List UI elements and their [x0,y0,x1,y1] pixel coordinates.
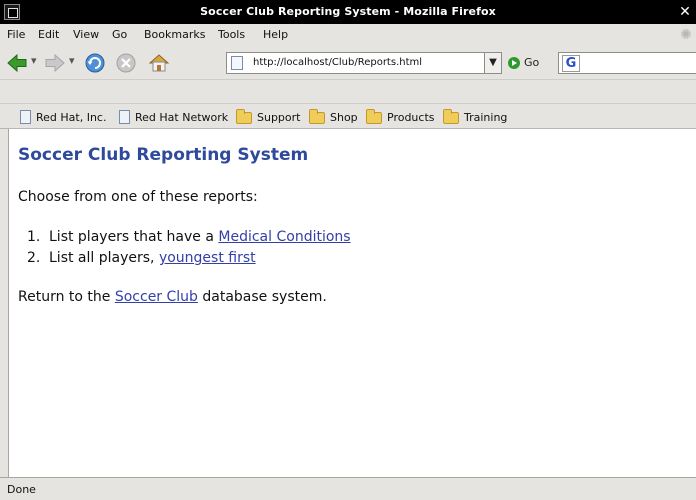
url-history-dropdown-button[interactable]: ▼ [484,52,502,74]
reload-icon[interactable] [84,52,106,74]
url-input[interactable]: http://localhost/Club/Reports.html [253,53,422,73]
medical-conditions-link[interactable]: Medical Conditions [218,229,350,245]
folder-icon [236,109,252,124]
search-bar[interactable]: G [558,52,696,74]
list-number: 2. [27,250,41,266]
bookmark-folder-products[interactable]: Products [366,109,435,126]
intro-text: Choose from one of these reports: [18,189,258,205]
forward-history-dropdown-icon[interactable]: ▾ [69,54,75,67]
report-description: List players that have a [49,229,219,245]
home-icon[interactable] [148,52,170,74]
bookmark-label: Red Hat, Inc. [36,111,107,124]
bookmark-folder-support[interactable]: Support [236,109,301,126]
search-engine-icon[interactable]: G [562,55,580,72]
report-description: List all players, [49,250,159,266]
browser-window: Soccer Club Reporting System - Mozilla F… [0,0,696,500]
bookmark-label: Red Hat Network [135,111,229,124]
menu-go[interactable]: Go [112,27,127,43]
menu-tools[interactable]: Tools [218,27,245,43]
window-title: Soccer Club Reporting System - Mozilla F… [200,5,496,18]
menu-file[interactable]: File [7,27,25,43]
return-suffix: database system. [197,289,327,305]
folder-icon [366,109,382,124]
bookmark-red-hat-inc[interactable]: Red Hat, Inc. [20,110,106,126]
page-icon [20,110,31,124]
youngest-first-link[interactable]: youngest first [159,250,256,266]
go-button-label[interactable]: Go [524,56,539,69]
bookmarks-toolbar: Red Hat, Inc. Red Hat Network Support Sh… [0,103,696,129]
page-icon [119,110,130,124]
return-prefix: Return to the [18,289,115,305]
url-bar[interactable]: http://localhost/Club/Reports.html [226,52,498,74]
menu-bar: File Edit View Go Bookmarks Tools Help ✺ [0,24,696,46]
back-history-dropdown-icon[interactable]: ▾ [31,54,37,67]
back-icon[interactable] [6,52,28,74]
page-icon [231,56,243,70]
bookmark-folder-training[interactable]: Training [443,109,508,126]
bookmark-folder-shop[interactable]: Shop [309,109,358,126]
stop-icon[interactable] [115,52,137,74]
bookmark-label: Training [464,111,508,124]
throbber-icon: ✺ [680,27,692,43]
list-number: 1. [27,229,41,245]
bookmark-label: Support [257,111,301,124]
navigation-toolbar: ▾ ▾ http://localhost/Club/Reports.html ▼… [0,46,696,80]
status-text: Done [7,483,36,496]
menu-help[interactable]: Help [263,27,288,43]
bookmark-label: Products [387,111,435,124]
status-bar: Done [0,477,696,500]
list-item: 1. List players that have a Medical Condi… [27,229,351,245]
menu-edit[interactable]: Edit [38,27,59,43]
folder-icon [443,109,459,124]
folder-icon [309,109,325,124]
go-icon[interactable] [508,57,520,69]
return-text: Return to the Soccer Club database syste… [18,289,327,305]
title-bar: Soccer Club Reporting System - Mozilla F… [0,0,696,24]
bookmark-red-hat-network[interactable]: Red Hat Network [119,110,228,126]
close-window-button[interactable]: ✕ [676,0,694,24]
forward-icon[interactable] [44,52,66,74]
page-title: Soccer Club Reporting System [18,145,309,165]
list-item: 2. List all players, youngest first [27,250,256,266]
bookmark-label: Shop [330,111,358,124]
menu-bookmarks[interactable]: Bookmarks [144,27,205,43]
menu-view[interactable]: View [73,27,99,43]
page-content: Soccer Club Reporting System Choose from… [8,129,696,477]
soccer-club-link[interactable]: Soccer Club [115,289,198,305]
